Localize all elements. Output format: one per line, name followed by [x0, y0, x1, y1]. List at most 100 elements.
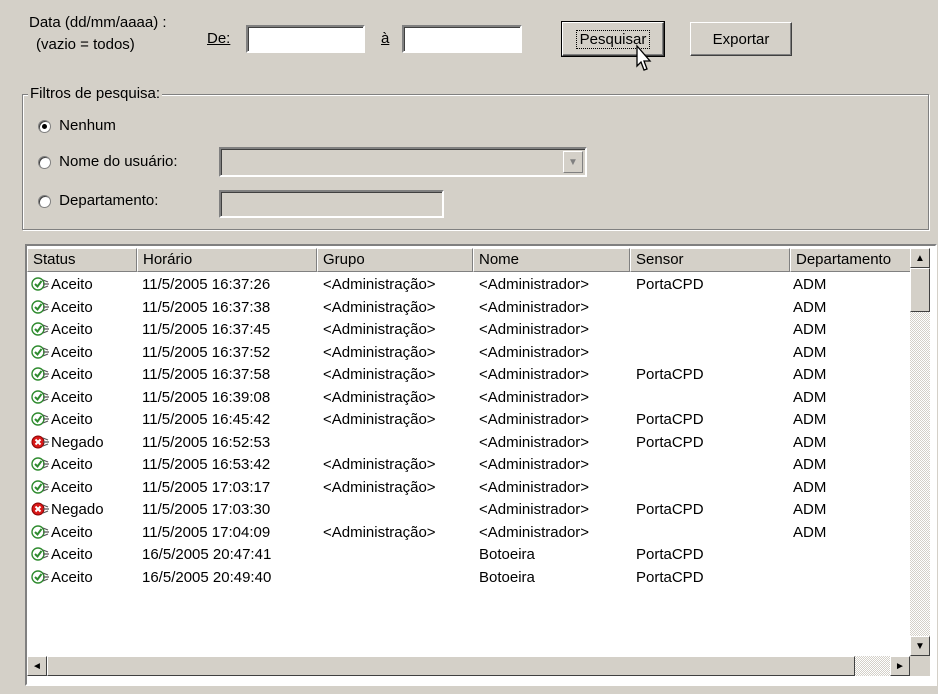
status-text: Aceito — [51, 411, 93, 428]
cell-department: ADM — [793, 523, 827, 541]
user-name-dropdown[interactable]: ▼ — [219, 147, 587, 177]
table-row[interactable]: Aceito 11/5/2005 16:53:42 <Administração> <… — [27, 454, 912, 476]
cell-group: <Administração> — [323, 478, 436, 496]
filters-title: Filtros de pesquisa: — [28, 85, 163, 102]
check-icon — [31, 412, 49, 426]
radio-user[interactable]: Nome do usuário: — [38, 153, 178, 170]
cell-name: <Administrador> — [479, 343, 590, 361]
table-row[interactable]: Negado 11/5/2005 17:03:30 <Administrador> P… — [27, 499, 912, 521]
status-text: Aceito — [51, 523, 93, 541]
radio-department[interactable]: Departamento: — [38, 192, 158, 209]
cell-time: 11/5/2005 16:39:08 — [142, 388, 271, 406]
export-button[interactable]: Exportar — [690, 22, 792, 56]
cell-sensor: PortaCPD — [636, 546, 704, 563]
column-header-department[interactable]: Departamento — [790, 248, 912, 272]
cell-sensor: PortaCPD — [636, 433, 704, 451]
cell-status: Aceito — [31, 297, 93, 319]
cell-time: 16/5/2005 20:49:40 — [142, 568, 272, 586]
x-icon — [31, 435, 49, 448]
column-header-sensor[interactable]: Sensor — [630, 248, 790, 272]
cell-status: Aceito — [31, 387, 93, 409]
department-input[interactable] — [219, 190, 444, 218]
check-icon — [31, 389, 49, 404]
column-header-time[interactable]: Horário — [137, 248, 317, 272]
table-row[interactable]: Aceito 11/5/2005 16:37:45 <Administração> <… — [27, 319, 912, 341]
cell-name: <Administrador> — [479, 276, 590, 293]
cell-name: <Administrador> — [479, 388, 590, 406]
table-row[interactable]: Aceito 11/5/2005 16:37:52 <Administração> <… — [27, 342, 912, 364]
check-icon — [31, 367, 49, 381]
cell-department: ADM — [793, 411, 827, 428]
cell-status: Aceito — [31, 364, 93, 386]
cell-name: <Administrador> — [479, 298, 590, 316]
cell-status: Aceito — [31, 567, 93, 589]
column-header-group[interactable]: Grupo — [317, 248, 473, 272]
cell-time: 11/5/2005 17:03:17 — [142, 478, 271, 496]
cell-status: Aceito — [31, 522, 93, 544]
cell-time: 11/5/2005 16:45:42 — [142, 411, 271, 428]
check-icon — [31, 547, 49, 561]
cell-name: Botoeira — [479, 546, 535, 563]
table-row[interactable]: Aceito 11/5/2005 16:37:26 <Administração> <… — [27, 274, 912, 296]
scroll-right-button[interactable]: ► — [890, 656, 910, 676]
check-icon — [31, 479, 49, 494]
radio-none[interactable]: Nenhum — [38, 117, 116, 134]
to-label: à — [381, 30, 390, 47]
table-row[interactable]: Aceito 11/5/2005 16:45:42 <Administração> <… — [27, 409, 912, 431]
x-icon — [31, 502, 49, 516]
cell-group: <Administração> — [323, 321, 436, 338]
chevron-down-icon[interactable]: ▼ — [563, 151, 583, 173]
table-row[interactable]: Aceito 11/5/2005 17:03:17 <Administração> <… — [27, 477, 912, 499]
table-row[interactable]: Aceito 16/5/2005 20:47:41 Botoeira PortaCPD — [27, 544, 912, 566]
cell-name: <Administrador> — [479, 433, 590, 451]
radio-department-button[interactable] — [38, 194, 51, 208]
cell-department: ADM — [793, 456, 827, 473]
date-label: Data (dd/mm/aaaa) : — [29, 14, 167, 31]
horizontal-scroll-thumb[interactable] — [47, 656, 855, 676]
radio-user-button[interactable] — [38, 155, 51, 169]
cell-group: <Administração> — [323, 456, 436, 473]
cell-department: ADM — [793, 501, 827, 518]
cell-department: ADM — [793, 366, 827, 383]
check-icon — [31, 322, 49, 336]
mouse-pointer-icon — [636, 44, 652, 71]
table-row[interactable]: Aceito 16/5/2005 20:49:40 Botoeira PortaCPD — [27, 567, 912, 589]
cell-name: <Administrador> — [479, 523, 590, 541]
check-icon — [31, 344, 49, 359]
status-text: Aceito — [51, 276, 93, 293]
date-to-input[interactable] — [402, 25, 522, 53]
cell-group: <Administração> — [323, 276, 436, 293]
date-hint: (vazio = todos) — [36, 36, 135, 53]
scroll-left-button[interactable]: ◄ — [27, 656, 47, 676]
cell-time: 11/5/2005 16:53:42 — [142, 456, 271, 473]
date-from-input[interactable] — [246, 25, 365, 53]
cell-department: ADM — [793, 388, 827, 406]
cell-department: ADM — [793, 478, 827, 496]
radio-user-label: Nome do usuário: — [59, 153, 178, 170]
cell-status: Aceito — [31, 477, 93, 499]
table-row[interactable]: Aceito 11/5/2005 17:04:09 <Administração> <… — [27, 522, 912, 544]
column-header-name[interactable]: Nome — [473, 248, 630, 272]
cell-status: Aceito — [31, 454, 93, 476]
check-icon — [31, 277, 49, 291]
cell-sensor: PortaCPD — [636, 276, 704, 293]
radio-none-button[interactable] — [38, 119, 51, 133]
check-icon — [31, 457, 49, 471]
cell-sensor: PortaCPD — [636, 568, 704, 586]
cell-status: Negado — [31, 499, 104, 521]
scroll-up-button[interactable]: ▲ — [910, 248, 930, 268]
table-row[interactable]: Aceito 11/5/2005 16:37:38 <Administração> <… — [27, 297, 912, 319]
cell-department: ADM — [793, 276, 827, 293]
cell-name: <Administrador> — [479, 321, 590, 338]
column-header-status[interactable]: Status — [27, 248, 137, 272]
table-header: Status Horário Grupo Nome Sensor Departa… — [27, 248, 912, 272]
scroll-down-button[interactable]: ▼ — [910, 636, 930, 656]
cell-group: <Administração> — [323, 388, 436, 406]
table-row[interactable]: Aceito 11/5/2005 16:37:58 <Administração> <… — [27, 364, 912, 386]
from-label: De: — [207, 30, 231, 47]
vertical-scroll-thumb[interactable] — [910, 268, 930, 312]
table-row[interactable]: Aceito 11/5/2005 16:39:08 <Administração> <… — [27, 387, 912, 409]
cell-status: Aceito — [31, 319, 93, 341]
table-row[interactable]: Negado 11/5/2005 16:52:53 <Administrador> P… — [27, 432, 912, 454]
cell-time: 16/5/2005 20:47:41 — [142, 546, 272, 563]
